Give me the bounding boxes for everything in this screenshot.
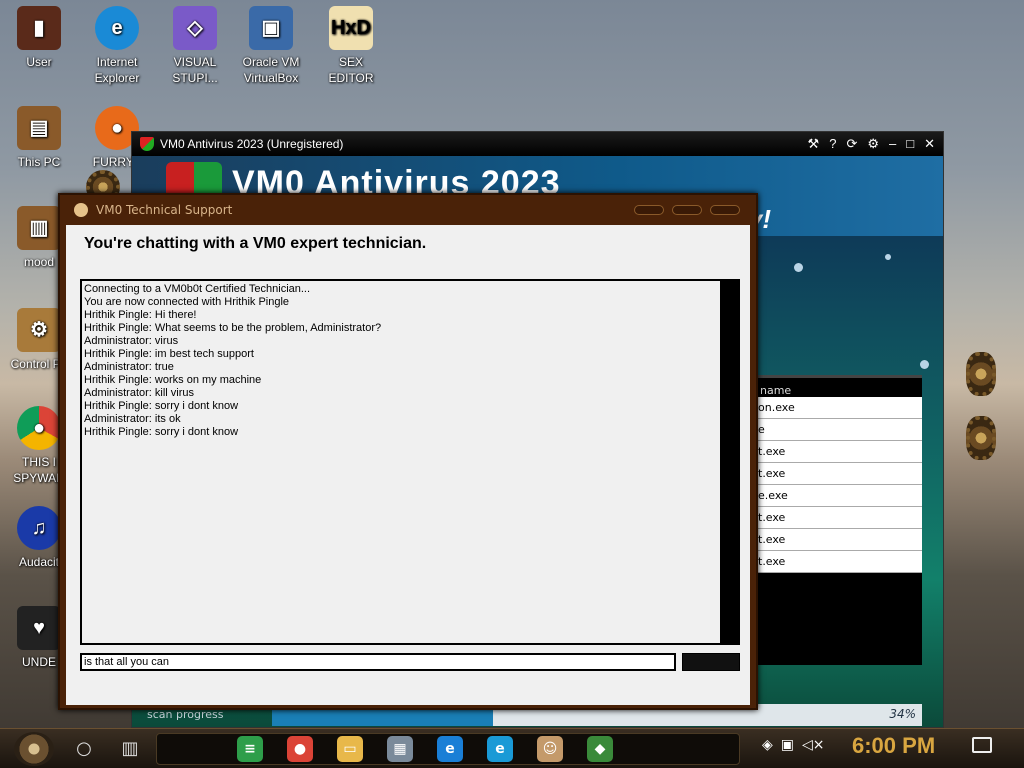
chat-message: Hrithik Pingle: What seems to be the pro… bbox=[84, 322, 382, 334]
hex-editor-icon: HxD bbox=[329, 6, 373, 50]
desktop-icon-this-pc[interactable]: ▤ This PC bbox=[2, 106, 76, 170]
control-panel-icon: ⚙ bbox=[17, 308, 61, 352]
chat-message: You are now connected with Hrithik Pingl… bbox=[84, 296, 290, 308]
task-view-icon[interactable]: ▥ bbox=[116, 735, 144, 763]
decoration-dot bbox=[885, 254, 891, 260]
process-list: name on.exe e t.exe t.exe e.exe t.exe t.… bbox=[732, 375, 922, 665]
search-icon[interactable]: ○ bbox=[70, 735, 98, 763]
tech-support-titlebar[interactable]: VM0 Technical Support bbox=[60, 195, 756, 225]
antivirus-shield-icon[interactable]: ◆ bbox=[587, 736, 613, 762]
notification-icon[interactable] bbox=[972, 737, 992, 753]
send-button[interactable] bbox=[682, 653, 740, 671]
file-explorer-icon[interactable]: ▭ bbox=[337, 736, 363, 762]
taskbar-apps: ≡ ● ▭ ▦ e e ☺ ◆ bbox=[156, 733, 740, 765]
chat-message: Hrithik Pingle: Hi there! bbox=[84, 309, 197, 321]
maximize-button[interactable]: □ bbox=[906, 136, 914, 152]
network-icon[interactable]: ▣ bbox=[781, 737, 794, 753]
minimize-button[interactable] bbox=[634, 205, 664, 215]
chat-message: Administrator: virus bbox=[84, 335, 179, 347]
desktop-icon-internet-explorer[interactable]: e Internet Explorer bbox=[80, 6, 154, 86]
chat-message: Hrithik Pingle: sorry i dont know bbox=[84, 400, 239, 412]
internet-explorer-icon[interactable]: e bbox=[437, 736, 463, 762]
desktop-icon-virtualbox[interactable]: ▣ Oracle VM VirtualBox bbox=[234, 6, 308, 86]
desktop-icon-label: VISUAL STUPI... bbox=[172, 55, 218, 85]
help-icon[interactable]: ? bbox=[829, 136, 836, 152]
volume-muted-icon[interactable]: ◁× bbox=[802, 737, 825, 753]
spreadsheet-app-icon[interactable]: ≡ bbox=[237, 736, 263, 762]
virtualbox-icon: ▣ bbox=[249, 6, 293, 50]
chat-message: Administrator: true bbox=[84, 361, 174, 373]
close-button[interactable]: ✕ bbox=[924, 136, 935, 152]
box-icon: ▥ bbox=[17, 206, 61, 250]
taskbar: ○ ▥ ≡ ● ▭ ▦ e e ☺ ◆ ◈ ▣ ◁× 6:00 PM bbox=[0, 728, 1024, 768]
computer-icon: ▤ bbox=[17, 106, 61, 150]
desktop-icon-hex-editor[interactable]: HxD SEX EDITOR bbox=[314, 6, 388, 86]
chat-scrollbar[interactable] bbox=[720, 279, 740, 645]
photos-icon[interactable]: ▦ bbox=[387, 736, 413, 762]
chat-message: Administrator: kill virus bbox=[84, 387, 195, 399]
system-tray: ◈ ▣ ◁× bbox=[762, 737, 825, 753]
process-row[interactable]: t.exe bbox=[748, 507, 922, 529]
edge-icon: e bbox=[95, 6, 139, 50]
refresh-icon[interactable]: ⟳ bbox=[846, 136, 857, 152]
decoration-dot bbox=[920, 360, 929, 369]
desktop-icon-label: User bbox=[26, 55, 52, 69]
chat-message: Hrithik Pingle: works on my machine bbox=[84, 374, 262, 386]
chat-input[interactable]: is that all you can bbox=[80, 653, 676, 671]
chrome-icon: ● bbox=[17, 406, 61, 450]
decoration-dot bbox=[794, 263, 803, 272]
technician-icon bbox=[74, 203, 88, 217]
game-icon: ♥ bbox=[17, 606, 61, 650]
process-row[interactable]: on.exe bbox=[748, 397, 922, 419]
antivirus-titlebar[interactable]: VM0 Antivirus 2023 (Unregistered) ⚒ ? ⟳ … bbox=[132, 132, 943, 156]
chrome-icon[interactable]: ● bbox=[287, 736, 313, 762]
process-row[interactable]: e.exe bbox=[748, 485, 922, 507]
desktop-icon-label: This PC bbox=[17, 155, 61, 169]
process-row[interactable]: t.exe bbox=[748, 529, 922, 551]
process-row[interactable]: t.exe bbox=[748, 441, 922, 463]
desktop-icon-visual-studio[interactable]: ◇ VISUAL STUPI... bbox=[158, 6, 232, 86]
user-folder-icon: ▮ bbox=[17, 6, 61, 50]
chat-message: Hrithik Pingle: sorry i dont know bbox=[84, 426, 239, 438]
tech-support-icon[interactable]: ☺ bbox=[537, 736, 563, 762]
process-row[interactable]: t.exe bbox=[748, 463, 922, 485]
visual-studio-icon: ◇ bbox=[173, 6, 217, 50]
desktop-icon-user[interactable]: ▮ User bbox=[2, 6, 76, 70]
chat-message: Connecting to a VM0b0t Certified Technic… bbox=[84, 283, 311, 295]
maximize-button[interactable] bbox=[672, 205, 702, 215]
chat-log[interactable]: Connecting to a VM0b0t Certified Technic… bbox=[80, 279, 740, 645]
close-button[interactable] bbox=[710, 205, 740, 215]
minimize-button[interactable]: ‒ bbox=[889, 136, 896, 152]
tools-icon[interactable]: ⚒ bbox=[808, 136, 820, 152]
gear-decoration-icon bbox=[966, 352, 996, 396]
antivirus-title: VM0 Antivirus 2023 (Unregistered) bbox=[160, 137, 344, 151]
desktop-icon-label: SEX EDITOR bbox=[328, 55, 374, 85]
chat-message: Hrithik Pingle: im best tech support bbox=[84, 348, 254, 360]
chat-heading: You're chatting with a VM0 expert techni… bbox=[84, 235, 427, 252]
clock[interactable]: 6:00 PM bbox=[852, 733, 935, 759]
tech-support-window: VM0 Technical Support You're chatting wi… bbox=[58, 193, 758, 710]
scan-progress-percent: 34% bbox=[889, 707, 916, 721]
audacity-icon: ♫ bbox=[17, 506, 61, 550]
gear-decoration-icon bbox=[966, 416, 996, 460]
shield-icon bbox=[140, 137, 154, 151]
shield-icon[interactable]: ◈ bbox=[762, 737, 773, 753]
chat-message: Administrator: its ok bbox=[84, 413, 181, 425]
process-row[interactable]: e bbox=[748, 419, 922, 441]
start-button[interactable] bbox=[14, 731, 54, 766]
tech-support-title: VM0 Technical Support bbox=[96, 203, 233, 217]
edge-icon[interactable]: e bbox=[487, 736, 513, 762]
gear-icon[interactable]: ⚙ bbox=[867, 136, 879, 152]
process-row[interactable]: t.exe bbox=[748, 551, 922, 573]
chat-panel: You're chatting with a VM0 expert techni… bbox=[66, 225, 750, 705]
desktop-icon-label: Internet Explorer bbox=[94, 55, 140, 85]
process-column-header[interactable]: name bbox=[732, 375, 922, 397]
desktop-icon-label: Oracle VM VirtualBox bbox=[242, 55, 300, 85]
